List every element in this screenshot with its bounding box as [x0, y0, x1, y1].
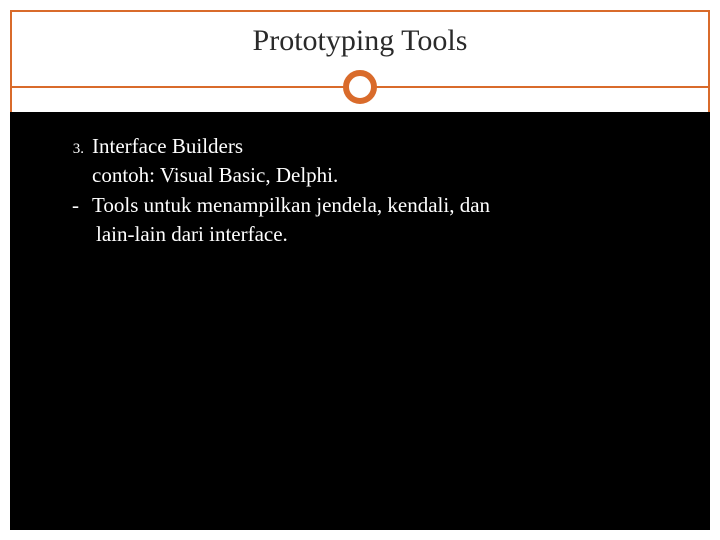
list-desc-line2: lain-lain dari interface.: [58, 220, 686, 249]
list-item-title: Interface Builders: [92, 132, 686, 161]
ring-icon: [343, 70, 377, 104]
slide-frame: Prototyping Tools 3. Interface Builders …: [10, 10, 710, 530]
slide-title: Prototyping Tools: [12, 24, 708, 58]
list-desc-line1: Tools untuk menampilkan jendela, kendali…: [92, 191, 686, 220]
list-number: 3.: [58, 139, 92, 160]
slide-body: 3. Interface Builders contoh: Visual Bas…: [10, 112, 710, 530]
list-desc-row: - Tools untuk menampilkan jendela, kenda…: [58, 191, 686, 220]
dash-bullet: -: [72, 191, 92, 220]
list-item: 3. Interface Builders: [58, 132, 686, 161]
slide: Prototyping Tools 3. Interface Builders …: [0, 0, 720, 540]
list-example: contoh: Visual Basic, Delphi.: [58, 161, 686, 190]
